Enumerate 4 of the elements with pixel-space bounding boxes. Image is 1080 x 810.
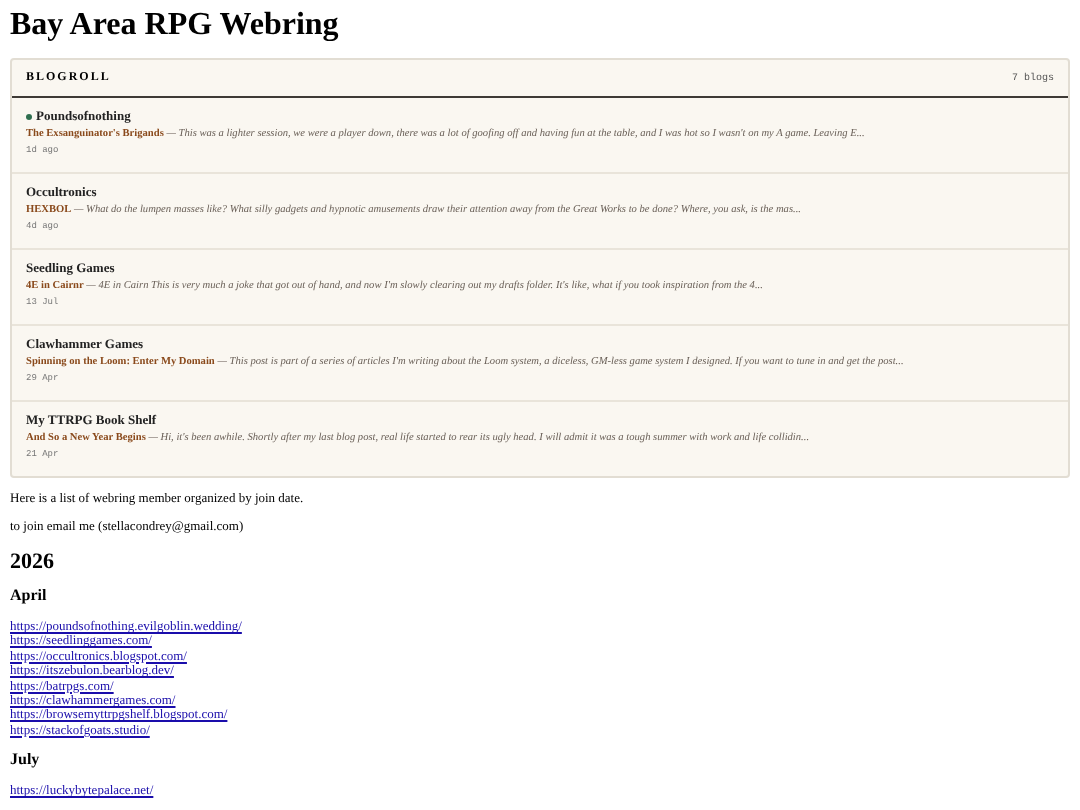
month-heading: April [10,586,49,604]
year-heading: 2026 [10,550,56,574]
page-title: Bay Area RPG Webring [10,8,341,44]
month-heading: July [10,750,42,769]
